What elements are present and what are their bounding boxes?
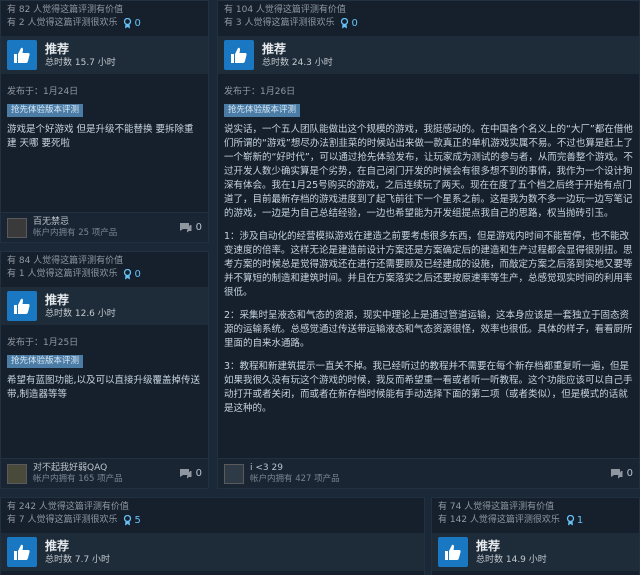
thumbs-up-icon <box>7 40 37 70</box>
playtime: 总时数 12.6 小时 <box>45 308 116 319</box>
comment-button[interactable]: 0 <box>179 468 202 479</box>
thumbs-up-icon <box>7 291 37 321</box>
helpful-count: 有 84 人觉得这篇评测有价值 <box>7 256 124 266</box>
recommendation-label: 推荐 <box>262 41 287 56</box>
comment-icon <box>610 469 623 479</box>
funny-count: 有 1 人觉得这篇评测很欢乐 <box>7 269 118 279</box>
recommendation-header[interactable]: 推荐 总时数 12.6 小时 <box>1 287 208 325</box>
thumbs-up-icon <box>438 537 468 567</box>
early-access-badge: 抢先体验版本评测 <box>224 104 301 117</box>
award-count[interactable]: 5 <box>123 514 141 527</box>
avatar[interactable] <box>7 463 27 484</box>
review-body: 说实话，一个五人团队能做出这个规模的游戏，我挺感动的。在中国各个名义上的“大厂”… <box>218 117 639 448</box>
review-card: 有 74 人觉得这篇评测有价值 有 142 人觉得这篇评测很欢乐 1 推荐 总时… <box>431 497 640 575</box>
playtime: 总时数 15.7 小时 <box>45 57 116 68</box>
recommendation-label: 推荐 <box>476 538 501 553</box>
thumbs-up-icon <box>224 40 254 70</box>
recommendation-header[interactable]: 推荐 总时数 24.3 小时 <box>218 36 639 74</box>
recommendation-label: 推荐 <box>45 41 70 56</box>
review-paragraph: 说实话，一个五人团队能做出这个规模的游戏，我挺感动的。在中国各个名义上的“大厂”… <box>224 124 633 219</box>
recommendation-label: 推荐 <box>45 538 70 553</box>
review-card: 有 82 人觉得这篇评测有价值 有 2 人觉得这篇评测很欢乐 0 推荐 总时数 … <box>0 0 209 243</box>
review-body: 游戏是个好游戏 但是升级不能替换 要拆除重建 天哪 要死啦 <box>1 117 208 160</box>
avatar[interactable] <box>224 463 244 484</box>
review-card: 有 242 人觉得这篇评测有价值 有 7 人觉得这篇评测很欢乐 5 推荐 总时数… <box>0 497 425 575</box>
funny-count: 有 3 人觉得这篇评测很欢乐 <box>224 18 335 28</box>
avatar[interactable] <box>7 217 27 238</box>
funny-count: 有 7 人觉得这篇评测很欢乐 <box>7 515 118 525</box>
award-icon <box>124 18 132 29</box>
award-count[interactable]: 0 <box>123 17 141 30</box>
award-icon <box>566 515 575 526</box>
funny-count: 有 2 人觉得这篇评测很欢乐 <box>7 18 118 28</box>
thumbs-up-icon <box>7 537 37 567</box>
helpful-count: 有 74 人觉得这篇评测有价值 <box>438 502 555 512</box>
comment-icon <box>179 223 192 233</box>
comment-button[interactable]: 0 <box>179 222 202 233</box>
early-access-badge: 抢先体验版本评测 <box>7 104 84 117</box>
comment-button[interactable]: 0 <box>610 468 633 479</box>
comment-icon <box>179 469 192 479</box>
award-icon <box>124 515 132 526</box>
helpful-count: 有 242 人觉得这篇评测有价值 <box>7 502 129 512</box>
award-count[interactable]: 1 <box>566 514 583 527</box>
posted-date: 发布于：1月26日 <box>224 87 296 97</box>
text-fade <box>218 428 639 458</box>
user-name[interactable]: 对不起我好弱QAQ <box>33 462 179 474</box>
review-paragraph: 希望有蓝图功能,以及可以直接升级覆盖掉传送带,制造器等等 <box>7 375 201 400</box>
posted-date: 发布于：1月25日 <box>7 338 79 348</box>
playtime: 总时数 14.9 小时 <box>476 554 547 565</box>
recommendation-label: 推荐 <box>45 292 70 307</box>
recommendation-header[interactable]: 推荐 总时数 15.7 小时 <box>1 36 208 74</box>
recommendation-header[interactable]: 推荐 总时数 14.9 小时 <box>432 533 639 571</box>
award-count[interactable]: 0 <box>123 268 141 281</box>
playtime: 总时数 24.3 小时 <box>262 57 333 68</box>
review-paragraph: 游戏是个好游戏 但是升级不能替换 要拆除重建 天哪 要死啦 <box>7 124 194 149</box>
award-icon <box>124 269 132 280</box>
helpful-count: 有 104 人觉得这篇评测有价值 <box>224 5 346 15</box>
review-footer: i <3 29 帐户内拥有 427 项产品 0 <box>218 458 639 488</box>
review-footer: 对不起我好弱QAQ 帐户内拥有 165 项产品 0 <box>1 458 208 488</box>
award-icon <box>341 18 349 29</box>
user-name[interactable]: 百无禁忌 <box>33 216 179 228</box>
review-footer: 百无禁忌 帐户内拥有 25 项产品 0 <box>1 212 208 242</box>
review-card: 有 104 人觉得这篇评测有价值 有 3 人觉得这篇评测很欢乐 0 推荐 总时数… <box>217 0 640 489</box>
award-count[interactable]: 0 <box>340 17 358 30</box>
helpful-count: 有 82 人觉得这篇评测有价值 <box>7 5 124 15</box>
recommendation-header[interactable]: 推荐 总时数 7.7 小时 <box>1 533 424 571</box>
review-paragraph: 3：教程和新建筑提示一直关不掉。我已经听过的教程并不需要在每个新存档都重复听一遍… <box>224 361 633 414</box>
posted-date: 发布于：1月24日 <box>7 87 79 97</box>
review-paragraph: 2：采集时呈液态和气态的资源，现实中理论上是通过管道运输，这本身应该是一套独立于… <box>224 310 633 349</box>
review-card: 有 84 人觉得这篇评测有价值 有 1 人觉得这篇评测很欢乐 0 推荐 总时数 … <box>0 251 209 489</box>
playtime: 总时数 7.7 小时 <box>45 554 111 565</box>
funny-count: 有 142 人觉得这篇评测很欢乐 <box>438 515 560 525</box>
products-owned: 帐户内拥有 165 项产品 <box>33 474 123 484</box>
user-name[interactable]: i <3 29 <box>250 462 610 474</box>
early-access-badge: 抢先体验版本评测 <box>7 355 84 368</box>
products-owned: 帐户内拥有 25 项产品 <box>33 228 118 238</box>
review-paragraph: 1：涉及自动化的经营模拟游戏在建造之前要考虑很多东西，但是游戏内时间不能暂停，也… <box>224 231 633 298</box>
review-body: 希望有蓝图功能,以及可以直接升级覆盖掉传送带,制造器等等 <box>1 368 208 411</box>
products-owned: 帐户内拥有 427 项产品 <box>250 474 340 484</box>
